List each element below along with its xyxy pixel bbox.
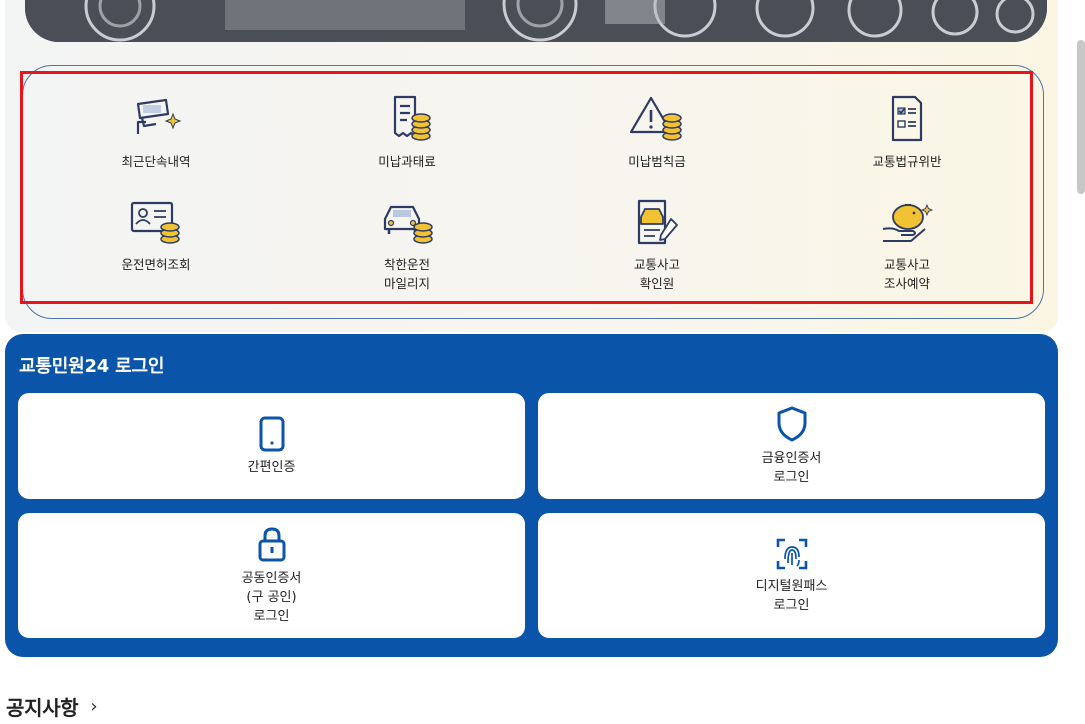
financial-cert-button[interactable]: 금융인증서 로그인 [538, 393, 1045, 499]
checklist-document-icon [891, 95, 923, 142]
car-coins-icon [383, 205, 433, 244]
service-label: 교통법규위반 [872, 154, 942, 169]
service-license-inquiry[interactable]: 운전면허조회 [56, 197, 256, 274]
receipt-coins-icon [393, 95, 431, 141]
joint-cert-button[interactable]: 공동인증서 (구 공인) 로그인 [18, 513, 525, 638]
cctv-camera-icon [136, 98, 182, 134]
accident-document-icon [637, 199, 678, 245]
login-title: 교통민원24 로그인 [19, 356, 165, 377]
lock-icon [258, 527, 285, 562]
service-unpaid-fines[interactable]: 미납과태료 [307, 94, 507, 171]
service-accident-investigation-reservation[interactable]: 교통사고 조사예약 [807, 197, 1007, 293]
service-label: 미납과태료 [378, 154, 436, 169]
chevron-right-icon: › [90, 696, 98, 717]
fingerprint-icon [776, 538, 807, 569]
notice-title: 공지사항 [6, 696, 79, 720]
piggy-bank-hand-icon [882, 203, 934, 242]
login-section: 교통민원24 로그인 간편인증 금융인증서 로그인 공동인증서 (구 공인) 로… [5, 334, 1058, 657]
simple-auth-button[interactable]: 간편인증 [18, 393, 525, 499]
digital-onepass-button[interactable]: 디지털원패스 로그인 [538, 513, 1045, 638]
digital-onepass-label: 디지털원패스 로그인 [755, 578, 828, 613]
service-good-driving-mileage[interactable]: 착한운전 마일리지 [307, 197, 507, 293]
service-label: 교통사고 조사예약 [883, 257, 930, 291]
service-label: 미납범칙금 [628, 154, 686, 169]
service-label: 운전면허조회 [121, 257, 191, 272]
joint-cert-label: 공동인증서 (구 공인) 로그인 [241, 571, 302, 624]
shield-icon [777, 406, 806, 442]
service-accident-certificate[interactable]: 교통사고 확인원 [557, 197, 757, 293]
service-traffic-violation[interactable]: 교통법규위반 [807, 94, 1007, 171]
license-card-coins-icon [130, 201, 180, 244]
service-label: 착한운전 마일리지 [383, 257, 430, 291]
service-label: 교통사고 확인원 [633, 257, 680, 291]
simple-auth-label: 간편인증 [247, 459, 296, 475]
service-label: 최근단속내역 [121, 154, 191, 169]
smartphone-icon [259, 416, 284, 451]
warning-coins-icon [629, 96, 682, 141]
scrollbar-thumb[interactable] [1077, 40, 1085, 194]
financial-cert-label: 금융인증서 로그인 [761, 451, 822, 485]
notice-header[interactable]: 공지사항 › [6, 692, 98, 721]
motorcycle-banner-image [25, 0, 1047, 42]
service-unpaid-penalty[interactable]: 미납범칙금 [557, 94, 757, 171]
service-recent-enforcement[interactable]: 최근단속내역 [56, 94, 256, 171]
